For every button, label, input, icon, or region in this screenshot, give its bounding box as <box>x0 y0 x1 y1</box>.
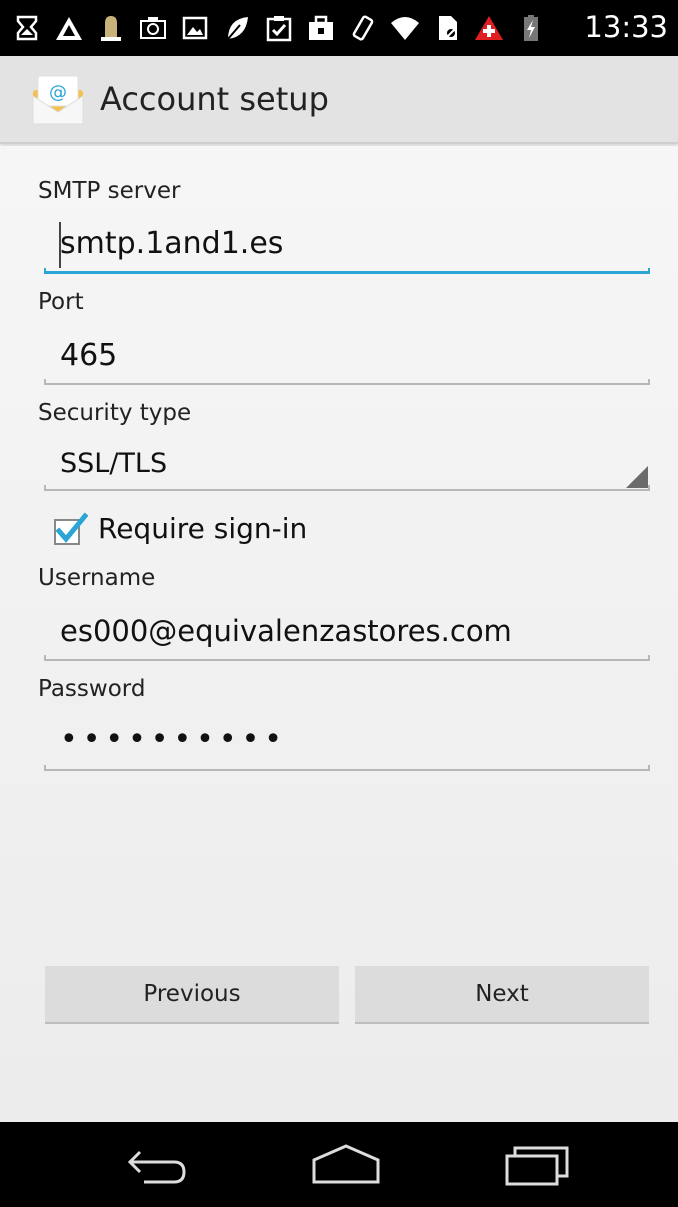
action-bar: @ Account setup <box>0 56 678 144</box>
wifi-icon <box>390 13 420 43</box>
home-icon[interactable] <box>310 1142 382 1188</box>
navigation-bar <box>0 1122 678 1207</box>
smtp-server-label: SMTP server <box>38 178 181 204</box>
smtp-server-input[interactable]: smtp.1and1.es <box>60 226 283 261</box>
password-label: Password <box>38 676 146 702</box>
email-app-icon[interactable]: @ <box>30 74 86 126</box>
password-underline <box>44 765 650 771</box>
status-bar: 13:33 <box>0 0 678 56</box>
leaf-icon <box>222 13 252 43</box>
security-type-select[interactable]: SSL/TLS <box>60 448 167 479</box>
no-sim-icon <box>432 13 462 43</box>
username-label: Username <box>38 565 156 591</box>
security-type-label: Security type <box>38 400 192 426</box>
vibrate-icon <box>348 13 378 43</box>
bell-icon <box>96 13 126 43</box>
port-label: Port <box>38 289 84 315</box>
username-underline <box>44 655 650 661</box>
port-underline <box>44 379 650 385</box>
clipboard-check-icon <box>264 13 294 43</box>
notification-icons <box>12 13 546 43</box>
download-icon <box>12 13 42 43</box>
password-input[interactable]: •••••••••• <box>60 722 287 757</box>
require-signin-label[interactable]: Require sign-in <box>98 512 307 545</box>
back-icon[interactable] <box>124 1142 190 1188</box>
image-icon <box>180 13 210 43</box>
clock: 13:33 <box>584 10 668 44</box>
dropdown-arrow-icon[interactable] <box>626 466 648 488</box>
next-button[interactable]: Next <box>355 966 649 1024</box>
security-type-underline <box>44 485 650 491</box>
battery-charging-icon <box>516 13 546 43</box>
camera-icon <box>138 13 168 43</box>
smtp-server-underline <box>44 268 650 274</box>
text-cursor <box>59 222 61 268</box>
port-input[interactable]: 465 <box>60 338 117 373</box>
require-signin-checkbox[interactable] <box>52 512 88 548</box>
recents-icon[interactable] <box>503 1142 573 1188</box>
previous-button[interactable]: Previous <box>45 966 339 1024</box>
page-title: Account setup <box>100 80 329 118</box>
svg-text:@: @ <box>49 82 67 103</box>
warning-triangle-icon <box>54 13 84 43</box>
username-input[interactable]: es000@equivalenzastores.com <box>60 614 512 648</box>
first-aid-icon <box>474 13 504 43</box>
briefcase-icon <box>306 13 336 43</box>
